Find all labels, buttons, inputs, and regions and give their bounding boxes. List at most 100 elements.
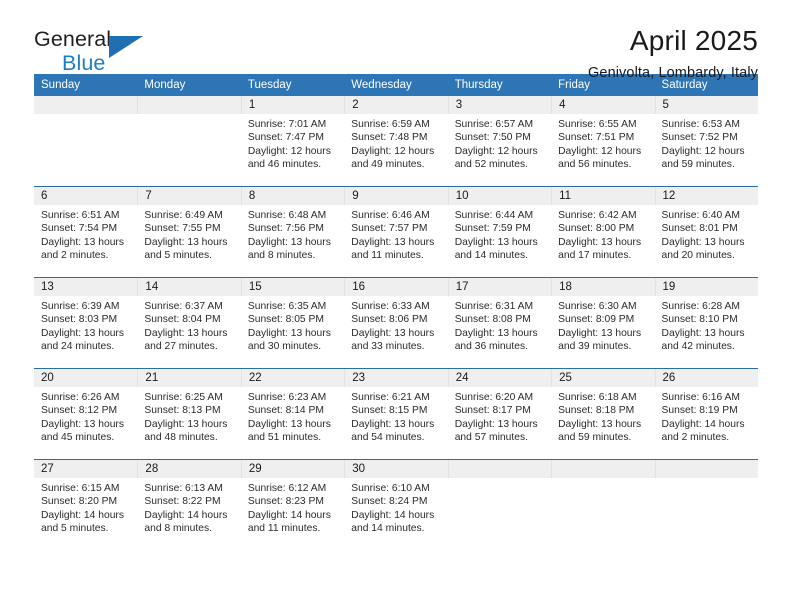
daylight-line-2: and 11 minutes. [351, 250, 424, 262]
date-number: 14 [145, 281, 159, 293]
day-cell[interactable]: 17 Sunrise: 6:31 AM Sunset: 8:08 PM Dayl… [447, 278, 552, 368]
day-cell[interactable]: 28 Sunrise: 6:13 AM Sunset: 8:22 PM Dayl… [137, 460, 241, 550]
day-cell[interactable]: 30 Sunrise: 6:10 AM Sunset: 8:24 PM Dayl… [344, 460, 448, 550]
day-cell[interactable]: 23 Sunrise: 6:21 AM Sunset: 8:15 PM Dayl… [344, 369, 448, 459]
date-number: 7 [145, 190, 152, 202]
daylight-line-2: and 24 minutes. [41, 341, 115, 353]
daylight-line-1: Daylight: 13 hours [41, 236, 124, 248]
date-band: 29 [240, 460, 345, 478]
sunset-line: Sunset: 7:47 PM [247, 132, 324, 144]
daylight-line-1: Daylight: 12 hours [454, 145, 538, 157]
date-band: 18 [551, 278, 655, 296]
day-cell[interactable]: 8 Sunrise: 6:48 AM Sunset: 7:56 PM Dayli… [240, 187, 345, 277]
day-cell[interactable]: 21 Sunrise: 6:25 AM Sunset: 8:13 PM Dayl… [137, 369, 241, 459]
day-cell[interactable]: 16 Sunrise: 6:33 AM Sunset: 8:06 PM Dayl… [344, 278, 448, 368]
day-details: Sunrise: 6:13 AM Sunset: 8:22 PM Dayligh… [137, 478, 240, 536]
day-details: Sunrise: 6:15 AM Sunset: 8:20 PM Dayligh… [34, 478, 137, 536]
daylight-line-2: and 45 minutes. [41, 432, 115, 444]
sunrise-line: Sunrise: 6:10 AM [351, 483, 430, 494]
daylight-line-2: and 20 minutes. [661, 250, 735, 262]
date-number: 27 [41, 463, 54, 475]
daylight-line-2: and 33 minutes. [351, 341, 425, 353]
sunset-line: Sunset: 8:00 PM [558, 223, 635, 235]
general-blue-logo[interactable]: General Blue [34, 26, 184, 85]
day-cell[interactable]: 14 Sunrise: 6:37 AM Sunset: 8:04 PM Dayl… [137, 278, 241, 368]
daylight-line-2: and 5 minutes. [41, 523, 109, 535]
daylight-line-2: and 11 minutes. [247, 523, 321, 535]
day-cell[interactable]: 26 Sunrise: 6:16 AM Sunset: 8:19 PM Dayl… [654, 369, 758, 459]
date-number: 10 [455, 190, 469, 202]
day-cell[interactable]: 25 Sunrise: 6:18 AM Sunset: 8:18 PM Dayl… [551, 369, 655, 459]
sunset-line: Sunset: 8:08 PM [454, 314, 531, 326]
sunrise-line: Sunrise: 6:51 AM [41, 210, 120, 221]
sunrise-line: Sunrise: 6:20 AM [454, 392, 534, 403]
day-cell[interactable]: 1 Sunrise: 7:01 AM Sunset: 7:47 PM Dayli… [240, 96, 345, 186]
date-band: 6 [34, 187, 138, 205]
daylight-line-2: and 36 minutes. [454, 341, 528, 353]
sunrise-line: Sunrise: 6:39 AM [41, 301, 120, 312]
day-cell[interactable]: 29 Sunrise: 6:12 AM Sunset: 8:23 PM Dayl… [240, 460, 345, 550]
day-cell[interactable] [137, 96, 241, 186]
day-cell[interactable]: 7 Sunrise: 6:49 AM Sunset: 7:55 PM Dayli… [137, 187, 241, 277]
date-band: 19 [654, 278, 758, 296]
sunset-line: Sunset: 8:23 PM [247, 496, 324, 508]
date-number: 24 [455, 372, 469, 384]
daylight-line-1: Daylight: 13 hours [144, 236, 228, 248]
date-number: 19 [662, 281, 676, 293]
day-cell[interactable]: 12 Sunrise: 6:40 AM Sunset: 8:01 PM Dayl… [654, 187, 758, 277]
sunset-line: Sunset: 7:59 PM [454, 223, 531, 235]
day-cell[interactable]: 13 Sunrise: 6:39 AM Sunset: 8:03 PM Dayl… [34, 278, 138, 368]
day-cell[interactable]: 10 Sunrise: 6:44 AM Sunset: 7:59 PM Dayl… [447, 187, 552, 277]
date-band: 12 [654, 187, 758, 205]
date-band: 15 [240, 278, 345, 296]
daylight-line-1: Daylight: 13 hours [247, 236, 331, 248]
day-cell[interactable] [447, 460, 552, 550]
day-cell[interactable] [551, 460, 655, 550]
sunset-line: Sunset: 7:51 PM [558, 132, 635, 144]
date-number: 22 [248, 372, 262, 384]
day-cell[interactable] [34, 96, 138, 186]
daylight-line-2: and 2 minutes. [661, 432, 730, 444]
sunrise-line: Sunrise: 6:21 AM [351, 392, 430, 403]
daylight-line-1: Daylight: 13 hours [247, 418, 331, 430]
day-cell[interactable]: 20 Sunrise: 6:26 AM Sunset: 8:12 PM Dayl… [34, 369, 138, 459]
day-cell[interactable]: 3 Sunrise: 6:57 AM Sunset: 7:50 PM Dayli… [447, 96, 552, 186]
sunset-line: Sunset: 8:15 PM [351, 405, 428, 417]
page-header: General Blue April 2025 Genivolta, Lomba… [34, 0, 758, 82]
day-cell[interactable]: 19 Sunrise: 6:28 AM Sunset: 8:10 PM Dayl… [654, 278, 758, 368]
daylight-line-1: Daylight: 13 hours [351, 236, 435, 248]
sunrise-line: Sunrise: 6:37 AM [144, 301, 223, 312]
date-number: 21 [145, 372, 159, 384]
day-cell[interactable]: 2 Sunrise: 6:59 AM Sunset: 7:48 PM Dayli… [344, 96, 448, 186]
date-band: 26 [654, 369, 758, 387]
date-number: 2 [352, 99, 359, 111]
day-details: Sunrise: 6:30 AM Sunset: 8:09 PM Dayligh… [551, 296, 654, 354]
day-cell[interactable]: 24 Sunrise: 6:20 AM Sunset: 8:17 PM Dayl… [447, 369, 552, 459]
day-cell[interactable]: 22 Sunrise: 6:23 AM Sunset: 8:14 PM Dayl… [240, 369, 345, 459]
day-cell[interactable]: 5 Sunrise: 6:53 AM Sunset: 7:52 PM Dayli… [654, 96, 758, 186]
sunset-line: Sunset: 8:01 PM [661, 223, 738, 235]
day-cell[interactable]: 11 Sunrise: 6:42 AM Sunset: 8:00 PM Dayl… [551, 187, 655, 277]
sunset-line: Sunset: 8:24 PM [351, 496, 428, 508]
day-details: Sunrise: 6:51 AM Sunset: 7:54 PM Dayligh… [34, 205, 137, 263]
daylight-line-2: and 59 minutes. [558, 432, 632, 444]
daylight-line-1: Daylight: 13 hours [247, 327, 331, 339]
date-band: 21 [137, 369, 241, 387]
day-cell[interactable]: 18 Sunrise: 6:30 AM Sunset: 8:09 PM Dayl… [551, 278, 655, 368]
daylight-line-1: Daylight: 13 hours [454, 236, 538, 248]
calendar-page: General Blue April 2025 Genivolta, Lomba… [0, 0, 792, 612]
day-cell[interactable]: 15 Sunrise: 6:35 AM Sunset: 8:05 PM Dayl… [240, 278, 345, 368]
daylight-line-1: Daylight: 14 hours [144, 509, 228, 521]
date-number: 1 [248, 99, 256, 111]
date-number: 12 [662, 190, 676, 202]
sunrise-line: Sunrise: 6:23 AM [247, 392, 327, 403]
day-cell[interactable]: 9 Sunrise: 6:46 AM Sunset: 7:57 PM Dayli… [344, 187, 448, 277]
day-cell[interactable]: 6 Sunrise: 6:51 AM Sunset: 7:54 PM Dayli… [34, 187, 138, 277]
day-cell[interactable]: 4 Sunrise: 6:55 AM Sunset: 7:51 PM Dayli… [551, 96, 655, 186]
day-cell[interactable] [654, 460, 758, 550]
week-row: 27 Sunrise: 6:15 AM Sunset: 8:20 PM Dayl… [34, 459, 758, 550]
date-band [551, 460, 655, 478]
day-details [34, 114, 137, 118]
day-cell[interactable]: 27 Sunrise: 6:15 AM Sunset: 8:20 PM Dayl… [34, 460, 138, 550]
date-band [137, 96, 241, 114]
